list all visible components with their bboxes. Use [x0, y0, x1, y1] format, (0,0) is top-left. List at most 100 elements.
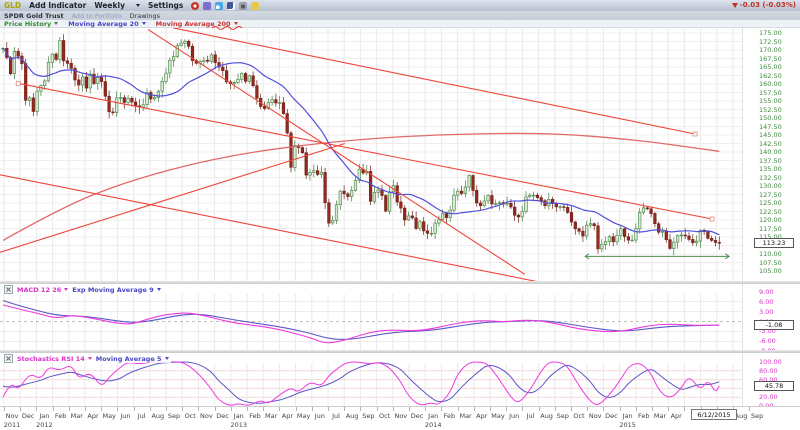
- month-tick: [263, 407, 264, 411]
- chevron-down-icon: [157, 288, 161, 291]
- price-tick-label: 147.50: [759, 123, 782, 131]
- month-tick: [425, 407, 426, 411]
- month-tick: [312, 407, 313, 411]
- month-tick: [522, 407, 523, 411]
- month-label: Oct: [573, 412, 584, 420]
- stoch-dropdown[interactable]: Stochastics RSI 14: [17, 355, 92, 363]
- month-tick: [360, 407, 361, 411]
- price-tick-label: 122.50: [759, 208, 782, 216]
- month-label: Apr: [476, 412, 487, 420]
- stoch-ma-dropdown[interactable]: Moving Average 5: [96, 355, 169, 363]
- price-history-label: Price History: [4, 20, 51, 28]
- price-tick-label: 140.00: [759, 148, 782, 156]
- price-tick-label: 152.50: [759, 106, 782, 114]
- indicator-legend-bar: Price History Moving Average 20 Moving A…: [0, 20, 800, 28]
- chevron-down-icon: [165, 357, 169, 360]
- month-tick: [393, 407, 394, 411]
- stochastics-axis[interactable]: 100.0080.0060.0040.0020.000.0045.78: [742, 352, 800, 406]
- month-tick: [69, 407, 70, 411]
- period-label: Weekly: [94, 1, 125, 10]
- month-tick: [668, 407, 669, 411]
- month-tick: [506, 407, 507, 411]
- price-tick-label: 110.00: [759, 250, 782, 258]
- facebook-icon[interactable]: [227, 2, 235, 10]
- month-label: Feb: [638, 412, 650, 420]
- month-tick: [4, 407, 5, 411]
- price-tick-label: 132.50: [759, 174, 782, 182]
- month-tick: [247, 407, 248, 411]
- drawings-menu[interactable]: Drawings: [130, 12, 160, 20]
- notes-icon[interactable]: [251, 2, 259, 10]
- ma20-label: Moving Average 20: [68, 20, 138, 28]
- month-label: May: [491, 412, 504, 420]
- month-label: Dec: [411, 412, 424, 420]
- month-tick: [441, 407, 442, 411]
- macd-title: MACD 12 26: [17, 286, 61, 294]
- symbol-label[interactable]: GLD: [4, 1, 21, 10]
- month-label: Feb: [249, 412, 261, 420]
- month-label: Sep: [751, 412, 763, 420]
- price-axis[interactable]: 175.00172.50170.00167.50165.00162.50160.…: [742, 28, 800, 283]
- add-to-portfolio-link[interactable]: Add to Portfolio: [72, 12, 122, 20]
- price-tick-label: 162.50: [759, 72, 782, 80]
- price-history-dropdown[interactable]: Price History: [4, 20, 58, 28]
- price-tick-label: 165.00: [759, 63, 782, 71]
- period-dropdown[interactable]: Weekly: [94, 1, 125, 10]
- month-tick: [134, 407, 135, 411]
- snapshot-icon[interactable]: [239, 2, 247, 10]
- date-axis[interactable]: 6/12/2015 Nov2011DecJan2012FebMarAprMayJ…: [0, 406, 800, 430]
- price-tick-label: 160.00: [759, 80, 782, 88]
- month-tick: [587, 407, 588, 411]
- close-button[interactable]: [4, 354, 13, 363]
- month-label: Mar: [71, 412, 83, 420]
- price-tick-label: 127.50: [759, 191, 782, 199]
- year-label: 2013: [231, 421, 248, 429]
- ma20-dropdown[interactable]: Moving Average 20: [68, 20, 145, 28]
- month-label: Apr: [87, 412, 98, 420]
- price-tick-label: 170.00: [759, 46, 782, 54]
- add-indicator-button[interactable]: Add Indicator: [29, 1, 86, 10]
- month-tick: [555, 407, 556, 411]
- close-button[interactable]: [4, 285, 13, 294]
- price-tick-label: 117.50: [759, 225, 782, 233]
- alert-icon[interactable]: [191, 2, 199, 10]
- panel-splitter[interactable]: [0, 350, 800, 353]
- month-label: Sep: [168, 412, 180, 420]
- ma200-dropdown[interactable]: Moving Average 200: [156, 20, 238, 28]
- main-price-chart-canvas[interactable]: [0, 28, 742, 283]
- price-change: -0.03 (-0.03%): [732, 1, 796, 9]
- chevron-down-icon[interactable]: [136, 4, 140, 7]
- price-tick-label: 107.50: [759, 259, 782, 267]
- month-label: Dec: [22, 412, 35, 420]
- month-label: May: [297, 412, 310, 420]
- month-tick: [344, 407, 345, 411]
- macd-axis[interactable]: 9.006.003.000.00-3.00-6.00-9.00-1.08: [742, 283, 800, 352]
- settings-button[interactable]: Settings: [148, 1, 183, 10]
- price-tick-label: 155.00: [759, 97, 782, 105]
- month-tick: [458, 407, 459, 411]
- twitter-icon[interactable]: [215, 2, 223, 10]
- panel-splitter[interactable]: [0, 281, 800, 284]
- month-tick: [377, 407, 378, 411]
- month-label: Aug: [540, 412, 553, 420]
- macd-dropdown[interactable]: MACD 12 26: [17, 286, 68, 294]
- month-tick: [490, 407, 491, 411]
- price-tick-label: 150.00: [759, 114, 782, 122]
- month-label: Feb: [55, 412, 67, 420]
- price-tick-label: 167.50: [759, 55, 782, 63]
- month-tick: [409, 407, 410, 411]
- close-icon: [5, 355, 12, 362]
- price-tick-label: 172.50: [759, 38, 782, 46]
- month-tick: [36, 407, 37, 411]
- month-tick: [603, 407, 604, 411]
- month-tick: [117, 407, 118, 411]
- macd-ema-dropdown[interactable]: Exp Moving Average 9: [72, 286, 160, 294]
- month-label: Oct: [185, 412, 196, 420]
- price-tick-label: 105.00: [759, 267, 782, 275]
- share-icon[interactable]: [203, 2, 211, 10]
- stoch-title: Stochastics RSI 14: [17, 355, 85, 363]
- month-label: Jan: [623, 412, 633, 420]
- month-label: Jun: [315, 412, 325, 420]
- price-tick-label: 130.00: [759, 182, 782, 190]
- price-tick-label: 135.00: [759, 165, 782, 173]
